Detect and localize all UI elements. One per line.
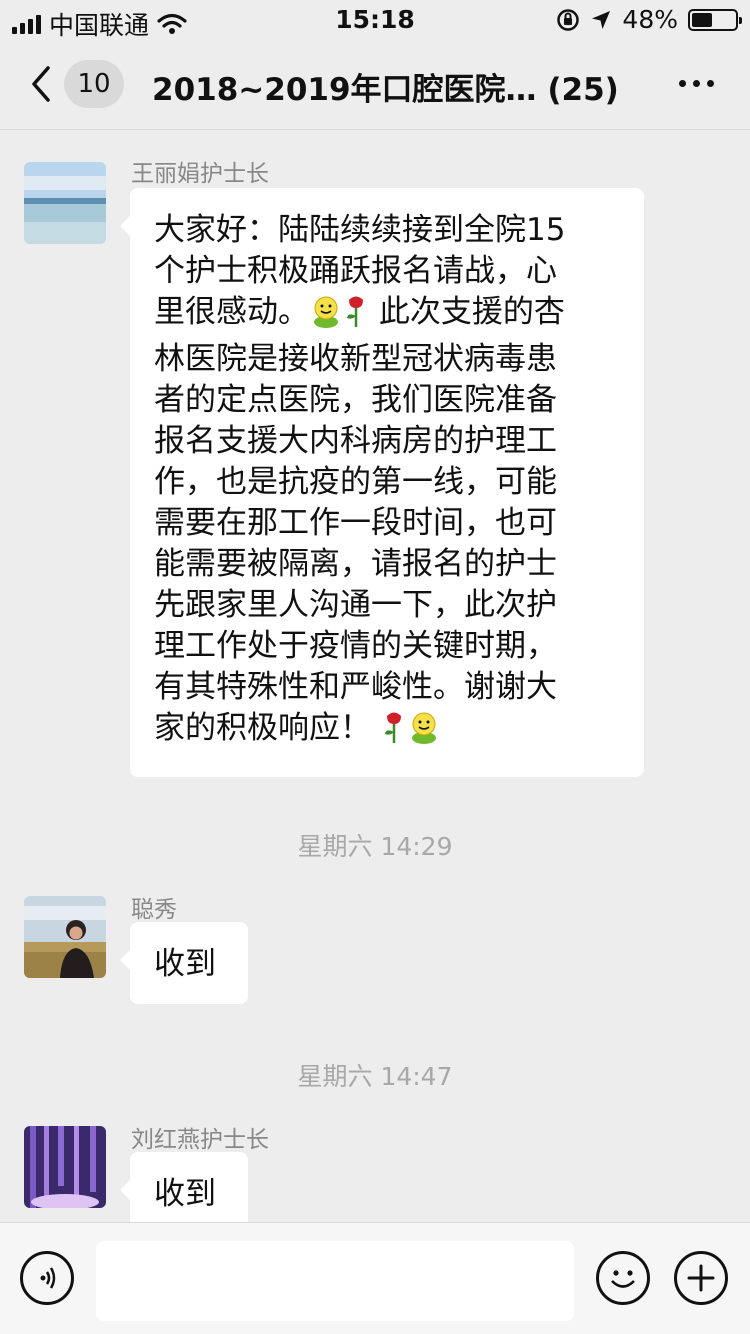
smile-emoji-icon (407, 710, 441, 755)
battery-icon (688, 8, 742, 31)
orientation-lock-icon (557, 8, 580, 31)
chat-title: 2018~2019年口腔医院… (25) (152, 72, 619, 108)
chat-input-bar (0, 1222, 750, 1334)
rose-emoji-icon (381, 710, 407, 755)
status-bar: 中国联通 15:18 48% (0, 0, 750, 40)
sender-name: 刘红燕护士长 (131, 1127, 269, 1153)
location-icon (592, 10, 611, 29)
timestamp: 星期六 14:29 (297, 832, 453, 861)
sender-name: 聪秀 (131, 897, 177, 923)
rose-emoji-icon (343, 294, 369, 339)
timestamp: 星期六 14:47 (297, 1062, 453, 1091)
back-arrow-icon[interactable] (26, 64, 56, 104)
voice-icon[interactable] (20, 1251, 74, 1305)
message-input[interactable] (96, 1241, 574, 1321)
message-text: 收到 (154, 1176, 216, 1212)
more-options-icon[interactable] (679, 80, 714, 87)
avatar[interactable] (24, 896, 106, 978)
unread-count-badge[interactable]: 10 (64, 60, 124, 108)
message-bubble[interactable]: 大家好：陆陆续续接到全院15 个护士积极踊跃报名请战，心 里很感动。 此次支援的… (120, 188, 644, 777)
chat-header: 10 2018~2019年口腔医院… (25) (0, 40, 750, 130)
message-text-cont: 此次支援的杏 林医院是接收新型冠状病毒患 者的定点医院，我们医院准备 报名支援大… (154, 294, 565, 746)
avatar[interactable] (24, 1126, 106, 1208)
emoji-icon[interactable] (596, 1251, 650, 1305)
sender-name: 王丽娟护士长 (131, 161, 269, 187)
battery-percent: 48% (622, 5, 678, 34)
message-text: 收到 (154, 946, 216, 982)
smile-emoji-icon (309, 294, 343, 339)
avatar[interactable] (24, 162, 106, 244)
plus-icon[interactable] (674, 1251, 728, 1305)
message-bubble[interactable]: 收到 (120, 922, 248, 1004)
